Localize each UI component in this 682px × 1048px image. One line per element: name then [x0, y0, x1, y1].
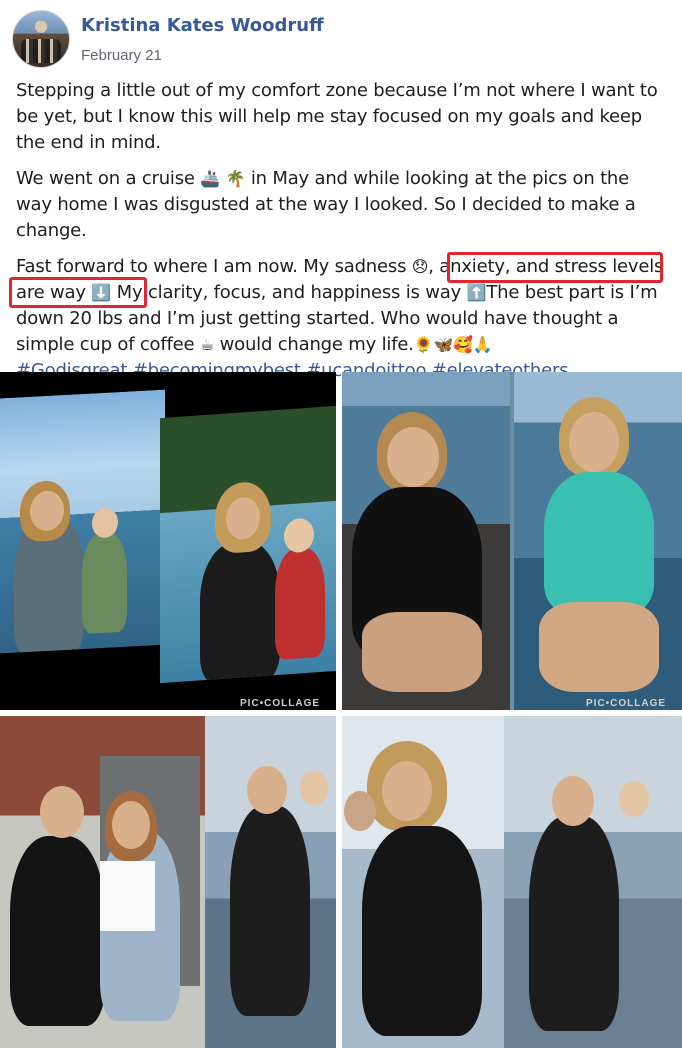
highlight-box-down-20-lbs	[9, 277, 147, 308]
post-paragraph-1: Stepping a little out of my comfort zone…	[16, 80, 658, 153]
post-body: Stepping a little out of my comfort zone…	[16, 78, 666, 394]
author-avatar[interactable]	[12, 10, 70, 68]
up-arrow-emoji-icon: ⬆️	[466, 283, 487, 302]
photo-4[interactable]	[342, 716, 682, 1048]
photo-3b	[205, 716, 336, 1048]
watermark-1: PIC•COLLAGE	[240, 698, 321, 709]
post-paragraph-2: We went on a cruise 🚢 🌴 in May and while…	[16, 166, 666, 244]
photo-1a	[0, 389, 165, 654]
highlight-box-best-part	[447, 252, 663, 283]
post-date[interactable]: February 21	[81, 47, 162, 64]
photo-4a	[342, 716, 504, 1048]
p3-text-e: would change my life.	[219, 334, 414, 355]
photo-3a	[0, 716, 205, 1048]
photo-4b	[504, 716, 682, 1048]
watermark-2: PIC•COLLAGE	[586, 698, 667, 709]
photo-2b	[514, 372, 682, 710]
p3-text-c: My clarity, focus, and happiness is way	[116, 282, 462, 303]
reaction-emojis-icon: 🌻🦋🥰🙏	[413, 335, 493, 354]
sad-emoji-icon: 😞	[411, 257, 429, 276]
photo-3[interactable]	[0, 716, 336, 1048]
p2-text-a: We went on a cruise	[16, 168, 195, 189]
ship-emoji-icon: 🚢	[200, 169, 221, 188]
photo-collage-2[interactable]: PIC•COLLAGE	[342, 372, 682, 710]
photo-collage-1[interactable]: PIC•COLLAGE	[0, 372, 336, 710]
author-name[interactable]: Kristina Kates Woodruff	[81, 15, 324, 36]
photo-2a	[342, 372, 510, 710]
p3-text-a: Fast forward to where I am now. My sadne…	[16, 256, 407, 277]
coffee-emoji-icon: ☕	[199, 335, 215, 354]
palm-emoji-icon: 🌴	[225, 169, 246, 188]
photo-1b	[160, 405, 336, 684]
